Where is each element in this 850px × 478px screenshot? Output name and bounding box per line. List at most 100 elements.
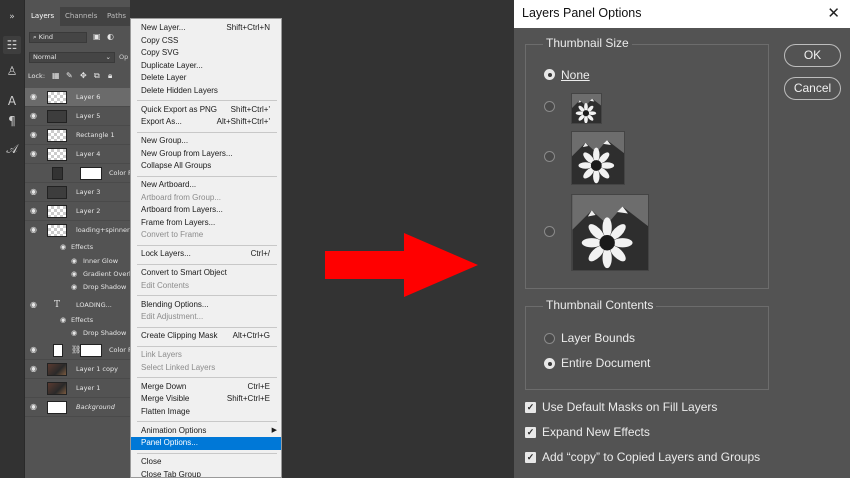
add-copy-checkbox[interactable]: ✓ xyxy=(525,452,536,463)
menu-item-create-clipping-mask[interactable]: Create Clipping Mask Alt+Ctrl+G xyxy=(131,330,281,343)
ok-button[interactable]: OK xyxy=(784,44,841,67)
radio-medium[interactable] xyxy=(544,151,555,162)
effect-row[interactable]: ◉ Drop Shadow xyxy=(25,327,130,340)
layer-row-layer-6[interactable]: ◉ Layer 6 xyxy=(25,88,130,107)
eye-icon[interactable]: ◉ xyxy=(30,346,39,354)
layer-row-layer-2[interactable]: ◉ Layer 2 xyxy=(25,202,130,221)
eye-icon[interactable]: ◉ xyxy=(30,301,39,309)
layer-row-background[interactable]: ◉ Background xyxy=(25,398,130,417)
tab-paths[interactable]: Paths xyxy=(107,7,126,26)
layer-name: Color F xyxy=(109,169,130,177)
layer-row-loading-spinner[interactable]: ◉ loading+spinner xyxy=(25,221,130,240)
menu-item-delete-hidden-layers[interactable]: Delete Hidden Layers xyxy=(131,85,281,98)
radio-layer-bounds-label: Layer Bounds xyxy=(561,331,636,345)
lock-position-icon[interactable]: ✥ xyxy=(80,71,87,80)
radio-entire-document[interactable] xyxy=(544,358,555,369)
blend-mode-select[interactable]: Normal ⌄ xyxy=(29,52,115,63)
menu-item-panel-options[interactable]: Panel Options... xyxy=(131,437,281,450)
menu-item-delete-layer[interactable]: Delete Layer xyxy=(131,72,281,85)
menu-item-artboard-from-layers[interactable]: Artboard from Layers... xyxy=(131,204,281,217)
lock-artboard-icon[interactable]: ⧉ xyxy=(94,71,100,81)
thumbnail-contents-label: Thumbnail Contents xyxy=(543,298,657,312)
eye-icon[interactable]: ◉ xyxy=(30,112,39,120)
effects-group-a[interactable]: ◉ Effects xyxy=(25,241,130,254)
eye-icon[interactable]: ◉ xyxy=(71,271,77,278)
menu-item-merge-down[interactable]: Merge Down Ctrl+E xyxy=(131,381,281,394)
eye-icon[interactable]: ◉ xyxy=(30,131,39,139)
layer-row-loading-text[interactable]: ◉ T LOADING... xyxy=(25,296,130,315)
effect-row[interactable]: ◉ Gradient Overl xyxy=(25,268,130,281)
character-icon[interactable]: A xyxy=(3,92,21,110)
layer-row-layer-4[interactable]: ◉ Layer 4 xyxy=(25,145,130,164)
adjustment-filter-icon[interactable]: ◐ xyxy=(107,32,114,41)
menu-item-label: Collapse All Groups xyxy=(141,161,212,170)
close-icon[interactable]: ✕ xyxy=(827,4,840,22)
radio-large[interactable] xyxy=(544,226,555,237)
menu-item-animation-options[interactable]: Animation Options ▶ xyxy=(131,425,281,438)
menu-item-new-group[interactable]: New Group... xyxy=(131,135,281,148)
layer-row-color-fill-2[interactable]: ◉ ⛓ Color F xyxy=(25,341,130,360)
lock-all-icon[interactable]: 🔒︎ xyxy=(108,71,112,81)
thumbnail-small-preview xyxy=(571,93,602,124)
stamp-icon[interactable]: ♙ xyxy=(3,62,21,80)
eye-icon[interactable]: ◉ xyxy=(71,284,77,291)
eye-icon[interactable]: ◉ xyxy=(60,244,66,251)
tab-layers[interactable]: Layers xyxy=(25,7,61,26)
radio-none[interactable] xyxy=(544,69,555,80)
layer-row-layer-1-copy[interactable]: ◉ Layer 1 copy xyxy=(25,360,130,379)
menu-item-label: Merge Visible xyxy=(141,394,190,403)
glyphs-icon[interactable]: 𝒜 xyxy=(3,140,21,158)
layers-tool-icon[interactable]: ☷ xyxy=(3,36,21,54)
eye-icon[interactable]: ◉ xyxy=(30,365,39,373)
menu-item-close[interactable]: Close xyxy=(131,456,281,469)
eye-icon[interactable]: ◉ xyxy=(30,403,39,411)
menu-item-new-layer[interactable]: New Layer... Shift+Ctrl+N xyxy=(131,22,281,35)
cancel-button[interactable]: Cancel xyxy=(784,77,841,100)
radio-layer-bounds[interactable] xyxy=(544,333,555,344)
effect-row[interactable]: ◉ Drop Shadow xyxy=(25,281,130,294)
eye-icon[interactable]: ◉ xyxy=(71,330,77,337)
paragraph-icon[interactable]: ¶ xyxy=(3,112,21,130)
expand-icon[interactable]: » xyxy=(3,8,21,26)
menu-item-new-artboard[interactable]: New Artboard... xyxy=(131,179,281,192)
use-default-masks-checkbox[interactable]: ✓ xyxy=(525,402,536,413)
eye-icon[interactable]: ◉ xyxy=(30,150,39,158)
menu-item-copy-css[interactable]: Copy CSS xyxy=(131,35,281,48)
layer-row-layer-5[interactable]: ◉ Layer 5 xyxy=(25,107,130,126)
eye-icon[interactable]: ◉ xyxy=(30,207,39,215)
expand-new-effects-checkbox[interactable]: ✓ xyxy=(525,427,536,438)
effect-row[interactable]: ◉ Inner Glow xyxy=(25,255,130,268)
tab-channels[interactable]: Channels xyxy=(65,7,97,26)
eye-icon[interactable]: ◉ xyxy=(30,226,39,234)
menu-separator xyxy=(137,263,277,265)
menu-item-collapse-all-groups[interactable]: Collapse All Groups xyxy=(131,160,281,173)
menu-item-flatten-image[interactable]: Flatten Image xyxy=(131,406,281,419)
menu-item-duplicate-layer[interactable]: Duplicate Layer... xyxy=(131,60,281,73)
layer-row-layer-3[interactable]: ◉ Layer 3 xyxy=(25,183,130,202)
menu-item-lock-layers[interactable]: Lock Layers... Ctrl+/ xyxy=(131,248,281,261)
menu-item-merge-visible[interactable]: Merge Visible Shift+Ctrl+E xyxy=(131,393,281,406)
lock-pixels-icon[interactable]: ✎ xyxy=(66,71,73,80)
image-filter-icon[interactable]: ▣ xyxy=(93,32,101,41)
eye-icon[interactable]: ◉ xyxy=(30,93,39,101)
menu-item-export-as[interactable]: Export As... Alt+Shift+Ctrl+' xyxy=(131,116,281,129)
menu-item-label: Duplicate Layer... xyxy=(141,60,203,70)
layer-row-color-fill[interactable]: Color F xyxy=(25,164,130,183)
menu-item-close-tab-group[interactable]: Close Tab Group xyxy=(131,469,281,478)
eye-icon[interactable]: ◉ xyxy=(30,188,39,196)
menu-item-blending-options[interactable]: Blending Options... xyxy=(131,299,281,312)
layer-row-layer-1[interactable]: Layer 1 xyxy=(25,379,130,398)
menu-item-convert-to-smart-object[interactable]: Convert to Smart Object xyxy=(131,267,281,280)
filter-kind-select[interactable]: ⌕ Kind xyxy=(29,32,87,43)
menu-item-new-group-from-layers[interactable]: New Group from Layers... xyxy=(131,148,281,161)
effects-group-b[interactable]: ◉ Effects xyxy=(25,314,130,327)
menu-item-quick-export-as-png[interactable]: Quick Export as PNG Shift+Ctrl+' xyxy=(131,104,281,117)
radio-small[interactable] xyxy=(544,101,555,112)
layer-thumbnail xyxy=(47,110,67,123)
menu-item-frame-from-layers[interactable]: Frame from Layers... xyxy=(131,217,281,230)
eye-icon[interactable]: ◉ xyxy=(60,317,66,324)
layer-row-rectangle-1[interactable]: ◉ Rectangle 1 xyxy=(25,126,130,145)
menu-item-copy-svg[interactable]: Copy SVG xyxy=(131,47,281,60)
lock-transparent-icon[interactable]: ▦ xyxy=(52,71,60,80)
eye-icon[interactable]: ◉ xyxy=(71,258,77,265)
